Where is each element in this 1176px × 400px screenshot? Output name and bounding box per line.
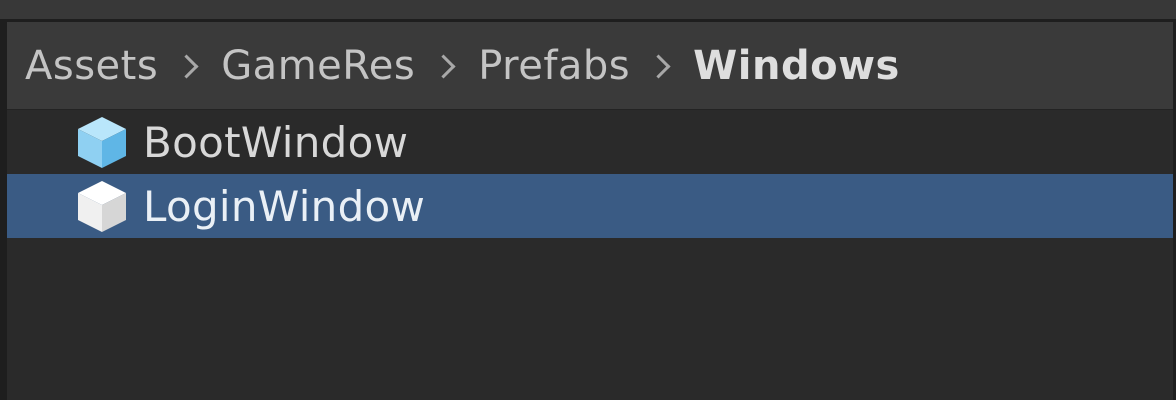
list-item-bootwindow[interactable]: BootWindow	[7, 110, 1173, 174]
prefab-cube-icon	[73, 177, 131, 235]
list-item-label: BootWindow	[143, 117, 409, 167]
project-browser-panel: Assets GameRes Prefabs Windows BootWindo…	[0, 0, 1176, 400]
list-item-label: LoginWindow	[143, 181, 426, 231]
chevron-right-icon	[431, 54, 456, 79]
chevron-right-icon	[646, 54, 671, 79]
toolbar-strip	[0, 0, 1176, 22]
breadcrumb-item-gameres[interactable]: GameRes	[221, 43, 415, 89]
panel-left-border	[0, 22, 7, 400]
prefab-cube-icon	[73, 113, 131, 171]
breadcrumb-item-assets[interactable]: Assets	[25, 43, 158, 89]
chevron-right-icon	[174, 54, 199, 79]
asset-list: BootWindow LoginWindow	[7, 110, 1173, 400]
list-item-loginwindow[interactable]: LoginWindow	[7, 174, 1173, 238]
breadcrumb: Assets GameRes Prefabs Windows	[7, 22, 1173, 110]
breadcrumb-item-prefabs[interactable]: Prefabs	[478, 43, 630, 89]
breadcrumb-item-windows[interactable]: Windows	[693, 43, 900, 89]
